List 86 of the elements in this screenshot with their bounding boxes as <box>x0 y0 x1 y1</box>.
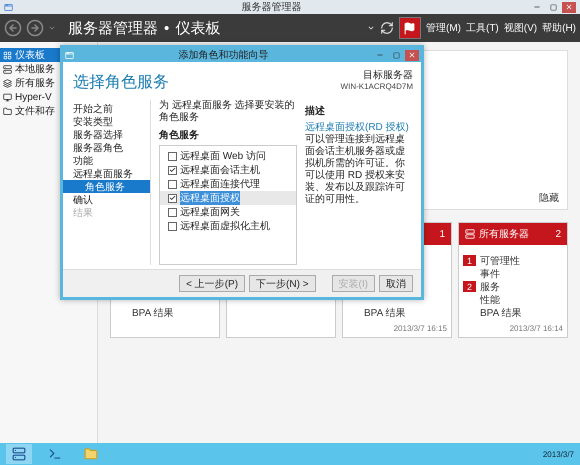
maximize-icon <box>550 4 556 10</box>
close-button[interactable] <box>405 50 419 60</box>
close-button[interactable] <box>562 2 576 12</box>
caret-icon[interactable] <box>366 24 375 32</box>
dialog-title: 添加角色和功能向导 <box>178 48 270 62</box>
wizard-step[interactable]: 服务器角色 <box>63 141 150 154</box>
role-service-row[interactable]: 远程桌面会话主机 <box>160 163 296 177</box>
role-service-label: 远程桌面 Web 访问 <box>180 150 266 163</box>
tile-link[interactable]: 性能 <box>480 292 500 306</box>
wizard-step[interactable]: 角色服务 <box>63 180 150 193</box>
hide-link[interactable]: 隐藏 <box>539 191 559 205</box>
tile-link[interactable]: 可管理性 <box>480 254 520 268</box>
checkbox[interactable] <box>168 152 177 160</box>
tile-count: 2 <box>555 228 561 240</box>
tile-link[interactable]: BPA 结果 <box>480 306 522 320</box>
breadcrumb-item[interactable]: 仪表板 <box>175 18 220 38</box>
tile-link[interactable]: BPA 结果 <box>132 306 174 320</box>
forward-icon[interactable] <box>26 19 44 37</box>
app-icon <box>4 2 13 12</box>
wizard-step[interactable]: 安装类型 <box>63 115 150 128</box>
flag-button[interactable] <box>398 17 421 39</box>
description-heading: 描述 <box>305 104 326 118</box>
tile-link[interactable]: 服务 <box>480 280 500 294</box>
tile-title: 所有服务器 <box>479 228 530 241</box>
breadcrumb-item[interactable]: 服务器管理器 <box>68 18 158 38</box>
menu-item[interactable]: 帮助(H) <box>542 21 576 35</box>
maximize-icon <box>392 52 400 58</box>
list-heading: 角色服务 <box>159 128 200 142</box>
menu-item[interactable]: 工具(T) <box>466 21 499 35</box>
count-badge: 2 <box>463 281 476 292</box>
role-service-label: 远程桌面会话主机 <box>180 164 260 177</box>
hyperv-icon <box>3 92 12 102</box>
wizard-step[interactable]: 功能 <box>63 154 150 167</box>
timestamp: 2013/3/7 16:15 <box>392 324 448 335</box>
tile-link[interactable]: BPA 结果 <box>364 306 406 320</box>
close-icon <box>565 3 573 11</box>
back-icon[interactable] <box>4 19 22 37</box>
checkbox[interactable] <box>168 194 177 202</box>
wizard-button[interactable]: 取消 <box>379 275 413 292</box>
role-service-row[interactable]: 远程桌面 Web 访问 <box>160 149 296 163</box>
role-service-label: 远程桌面虚拟化主机 <box>180 220 270 233</box>
checkbox[interactable] <box>168 180 177 188</box>
role-service-row[interactable]: 远程桌面连接代理 <box>160 177 296 191</box>
checkbox[interactable] <box>168 222 177 230</box>
servers-icon <box>3 78 12 88</box>
server-manager-icon[interactable] <box>6 444 32 464</box>
tile-header[interactable]: 所有服务器 2 <box>459 223 567 245</box>
menu-item[interactable]: 视图(V) <box>504 21 538 35</box>
tile-link[interactable]: 事件 <box>480 266 500 280</box>
check-icon <box>169 166 176 174</box>
sidebar-item[interactable]: Hyper-V <box>0 90 97 104</box>
timestamp: 2013/3/7 16:14 <box>508 324 564 335</box>
storage-icon <box>3 106 12 116</box>
role-service-row[interactable]: 远程桌面虚拟化主机 <box>160 219 296 233</box>
tile-count: 1 <box>439 228 445 240</box>
dashboard-icon <box>3 50 12 60</box>
description-link[interactable]: 远程桌面授权(RD 授权) <box>305 122 409 133</box>
server-icon <box>3 64 12 74</box>
count-badge: 1 <box>463 255 476 266</box>
wizard-button[interactable]: 下一步(N) > <box>249 275 316 292</box>
wizard-button[interactable]: < 上一步(P) <box>179 275 246 292</box>
wizard-step[interactable]: 确认 <box>63 193 150 206</box>
app-icon <box>65 50 74 60</box>
flag-icon <box>403 22 416 34</box>
menu-item[interactable]: 管理(M) <box>426 21 461 35</box>
breadcrumb-separator: • <box>164 20 170 36</box>
page-heading: 选择角色服务 <box>73 72 169 93</box>
instruction-text: 为 远程桌面服务 选择要安装的角色服务 <box>159 100 296 124</box>
wizard-step[interactable]: 服务器选择 <box>63 128 150 141</box>
wizard-step[interactable]: 开始之前 <box>63 102 150 115</box>
close-icon <box>408 51 416 59</box>
window-title: 服务器管理器 <box>242 1 302 14</box>
role-service-label: 远程桌面连接代理 <box>180 178 260 191</box>
server-icon <box>465 229 475 239</box>
description-text: 远程桌面授权(RD 授权) 可以管理连接到远程桌面会话主机服务器或虚拟机所需的许可证。你可以使用 RD 授权来安装、发布以及跟踪许可证的可用性。 <box>305 122 410 206</box>
check-icon <box>169 194 176 202</box>
role-service-label: 远程桌面授权 <box>180 191 240 205</box>
target-server-name: WIN-K1ACRQ4D7M <box>340 82 413 91</box>
refresh-icon[interactable] <box>380 21 394 35</box>
role-service-row[interactable]: 远程桌面网关 <box>160 205 296 219</box>
target-server-label: 目标服务器 <box>363 68 413 82</box>
checkbox[interactable] <box>168 208 177 216</box>
wizard-step[interactable]: 远程桌面服务 <box>63 167 150 180</box>
taskbar-date: 2013/3/7 <box>542 450 574 458</box>
role-service-label: 远程桌面网关 <box>180 206 240 219</box>
checkbox[interactable] <box>168 166 177 174</box>
